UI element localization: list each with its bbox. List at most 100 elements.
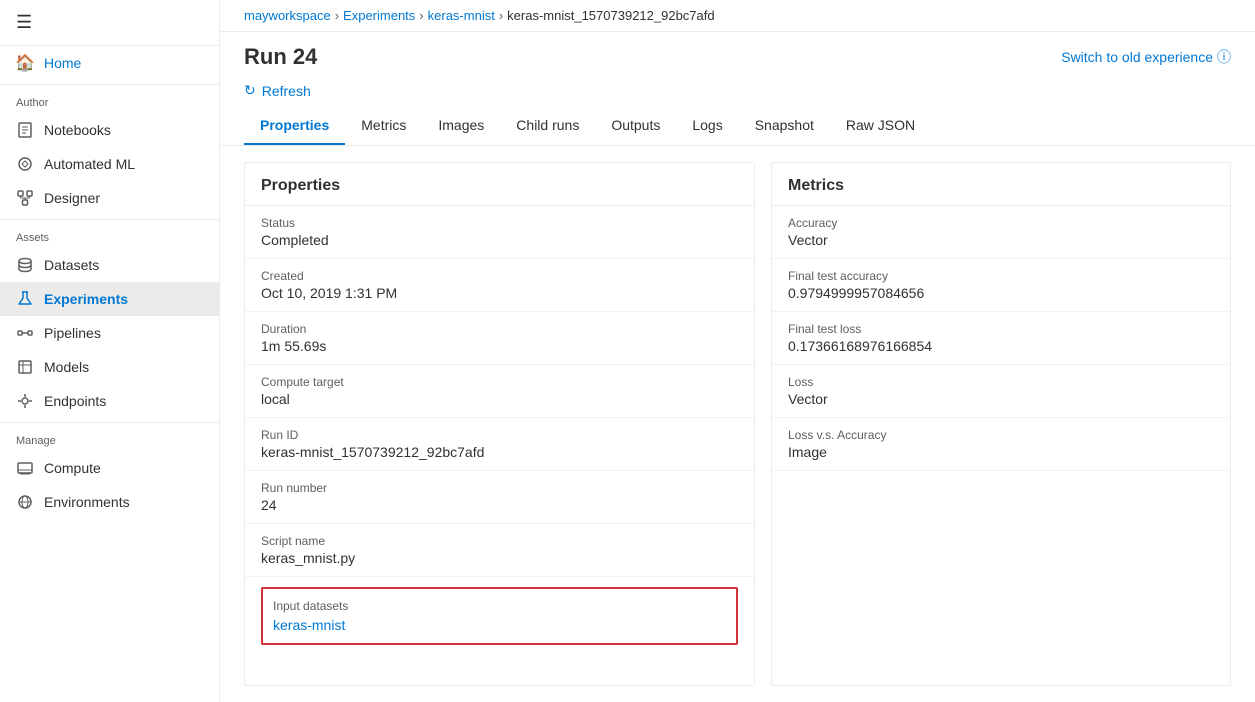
breadcrumb-sep-2: › [419, 8, 423, 23]
metric-label-accuracy: Accuracy [788, 216, 1214, 230]
metric-value-loss: Vector [788, 391, 1214, 407]
metric-row-loss: Loss Vector [772, 365, 1230, 418]
tab-raw-json[interactable]: Raw JSON [830, 107, 931, 145]
sidebar-item-designer[interactable]: Designer [0, 181, 219, 215]
sidebar-item-environments[interactable]: Environments [0, 485, 219, 519]
sidebar-item-datasets[interactable]: Datasets [0, 248, 219, 282]
breadcrumb-current: keras-mnist_1570739212_92bc7afd [507, 8, 714, 23]
author-section-label: Author [0, 89, 219, 113]
switch-experience-icon: ⓘ [1217, 47, 1231, 67]
tab-metrics[interactable]: Metrics [345, 107, 422, 145]
sidebar: ☰ 🏠 Home Author Notebooks Automated ML D… [0, 0, 220, 702]
switch-experience-label: Switch to old experience [1061, 49, 1213, 65]
datasets-icon [16, 256, 34, 274]
automated-ml-label: Automated ML [44, 156, 135, 172]
breadcrumb-sep-1: › [335, 8, 339, 23]
breadcrumb: mayworkspace › Experiments › keras-mnist… [220, 0, 1255, 32]
notebooks-label: Notebooks [44, 122, 111, 138]
prop-value-status: Completed [261, 232, 738, 248]
sidebar-divider-1 [0, 84, 219, 85]
home-label: Home [44, 55, 81, 71]
metric-value-final-test-loss: 0.17366168976166854 [788, 338, 1214, 354]
metric-label-final-test-loss: Final test loss [788, 322, 1214, 336]
prop-row-run-id: Run ID keras-mnist_1570739212_92bc7afd [245, 418, 754, 471]
prop-value-created: Oct 10, 2019 1:31 PM [261, 285, 738, 301]
automated-ml-icon [16, 155, 34, 173]
prop-value-script-name: keras_mnist.py [261, 550, 738, 566]
properties-panel: Properties Status Completed Created Oct … [244, 162, 755, 686]
page-title: Run 24 [244, 44, 317, 70]
metric-label-loss: Loss [788, 375, 1214, 389]
sidebar-item-notebooks[interactable]: Notebooks [0, 113, 219, 147]
prop-value-compute-target: local [261, 391, 738, 407]
tabs-bar: Properties Metrics Images Child runs Out… [220, 107, 1255, 146]
endpoints-icon [16, 392, 34, 410]
input-datasets-box: Input datasets keras-mnist [261, 587, 738, 645]
switch-experience-link[interactable]: Switch to old experience ⓘ [1061, 47, 1231, 67]
tab-snapshot[interactable]: Snapshot [739, 107, 830, 145]
metric-label-loss-vs-accuracy: Loss v.s. Accuracy [788, 428, 1214, 442]
refresh-icon: ↻ [244, 82, 256, 99]
environments-label: Environments [44, 494, 130, 510]
endpoints-label: Endpoints [44, 393, 106, 409]
tab-outputs[interactable]: Outputs [595, 107, 676, 145]
refresh-button[interactable]: ↻ Refresh [220, 78, 1255, 107]
breadcrumb-keras-mnist[interactable]: keras-mnist [428, 8, 495, 23]
prop-label-created: Created [261, 269, 738, 283]
prop-row-created: Created Oct 10, 2019 1:31 PM [245, 259, 754, 312]
breadcrumb-experiments[interactable]: Experiments [343, 8, 415, 23]
prop-row-compute-target: Compute target local [245, 365, 754, 418]
input-datasets-link[interactable]: keras-mnist [273, 617, 726, 633]
tab-properties[interactable]: Properties [244, 107, 345, 145]
sidebar-item-compute[interactable]: Compute [0, 451, 219, 485]
sidebar-item-automated-ml[interactable]: Automated ML [0, 147, 219, 181]
metric-row-final-test-loss: Final test loss 0.17366168976166854 [772, 312, 1230, 365]
metric-value-accuracy: Vector [788, 232, 1214, 248]
metrics-panel-title: Metrics [772, 163, 1230, 206]
environments-icon [16, 493, 34, 511]
metric-row-loss-vs-accuracy: Loss v.s. Accuracy Image [772, 418, 1230, 471]
sidebar-item-experiments[interactable]: Experiments [0, 282, 219, 316]
page-header: Run 24 Switch to old experience ⓘ [220, 32, 1255, 78]
content-area: Properties Status Completed Created Oct … [220, 146, 1255, 702]
sidebar-divider-2 [0, 219, 219, 220]
metric-row-final-test-accuracy: Final test accuracy 0.9794999957084656 [772, 259, 1230, 312]
compute-label: Compute [44, 460, 101, 476]
breadcrumb-workspace[interactable]: mayworkspace [244, 8, 331, 23]
metric-row-accuracy: Accuracy Vector [772, 206, 1230, 259]
prop-value-run-number: 24 [261, 497, 738, 513]
designer-icon [16, 189, 34, 207]
input-datasets-label: Input datasets [273, 599, 726, 613]
datasets-label: Datasets [44, 257, 99, 273]
sidebar-header: ☰ [0, 0, 219, 46]
metric-label-final-test-accuracy: Final test accuracy [788, 269, 1214, 283]
sidebar-item-endpoints[interactable]: Endpoints [0, 384, 219, 418]
notebooks-icon [16, 121, 34, 139]
sidebar-item-models[interactable]: Models [0, 350, 219, 384]
tab-logs[interactable]: Logs [676, 107, 738, 145]
sidebar-item-pipelines[interactable]: Pipelines [0, 316, 219, 350]
models-label: Models [44, 359, 89, 375]
prop-label-script-name: Script name [261, 534, 738, 548]
metric-value-loss-vs-accuracy: Image [788, 444, 1214, 460]
home-icon: 🏠 [16, 54, 34, 72]
designer-label: Designer [44, 190, 100, 206]
prop-row-status: Status Completed [245, 206, 754, 259]
home-nav-item[interactable]: 🏠 Home [0, 46, 219, 80]
refresh-label: Refresh [262, 83, 311, 99]
prop-value-duration: 1m 55.69s [261, 338, 738, 354]
prop-value-run-id: keras-mnist_1570739212_92bc7afd [261, 444, 738, 460]
sidebar-divider-3 [0, 422, 219, 423]
pipelines-label: Pipelines [44, 325, 101, 341]
hamburger-icon[interactable]: ☰ [16, 12, 32, 33]
main-content: mayworkspace › Experiments › keras-mnist… [220, 0, 1255, 702]
metrics-panel: Metrics Accuracy Vector Final test accur… [771, 162, 1231, 686]
tab-images[interactable]: Images [422, 107, 500, 145]
prop-label-run-number: Run number [261, 481, 738, 495]
tab-child-runs[interactable]: Child runs [500, 107, 595, 145]
experiments-label: Experiments [44, 291, 128, 307]
prop-row-run-number: Run number 24 [245, 471, 754, 524]
prop-label-compute-target: Compute target [261, 375, 738, 389]
assets-section-label: Assets [0, 224, 219, 248]
breadcrumb-sep-3: › [499, 8, 503, 23]
